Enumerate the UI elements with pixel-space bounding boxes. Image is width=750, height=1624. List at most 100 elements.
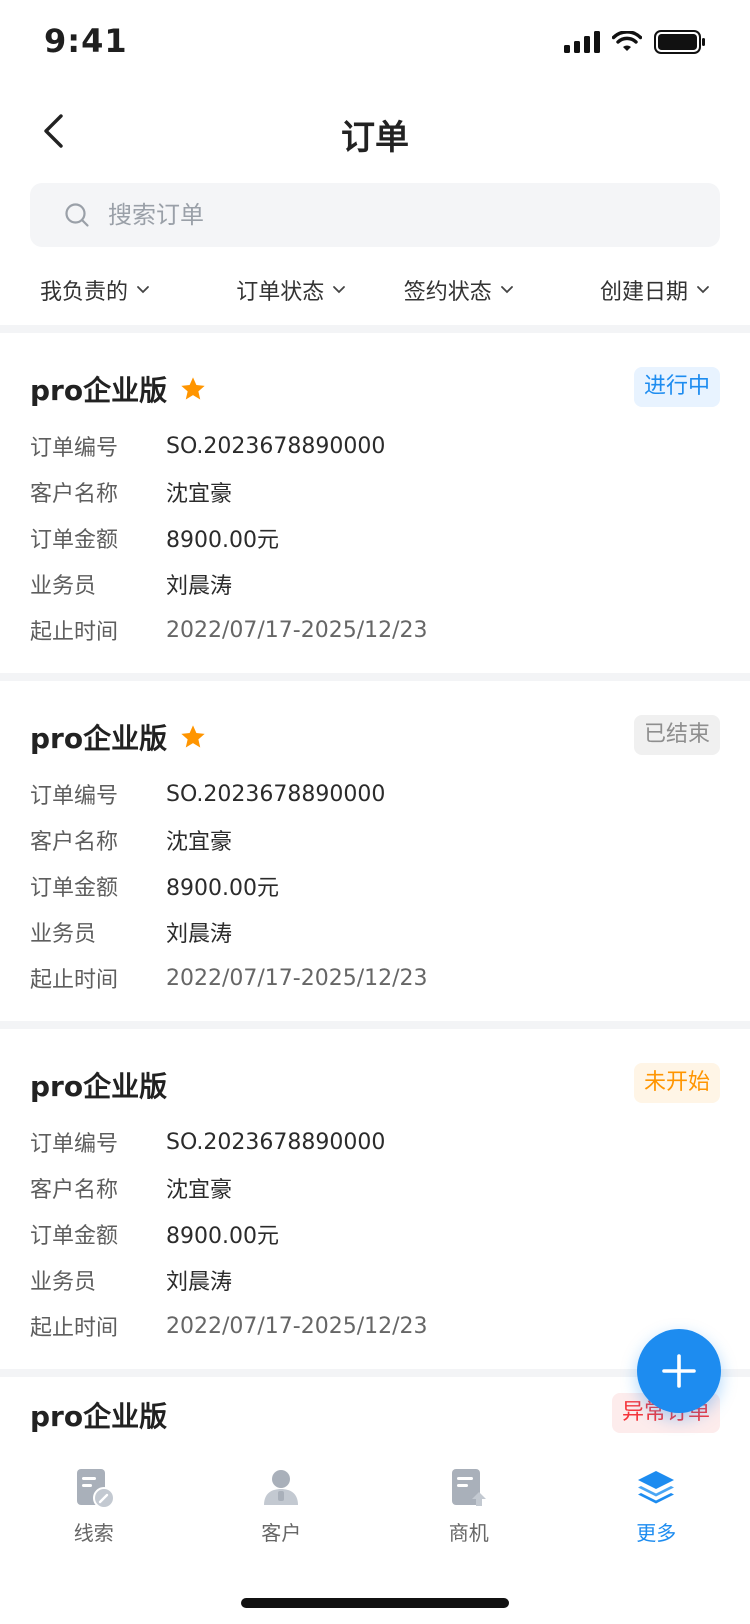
layers-icon xyxy=(638,1471,675,1504)
salesperson: 刘晨涛 xyxy=(166,1270,233,1295)
order-details: 订单编号 SO.2023678890000 客户名称 沈宜豪 订单金额 8900.00… xyxy=(30,1119,428,1349)
tab-opportunities[interactable]: 商机 xyxy=(375,1455,563,1565)
row-label: 订单编号 xyxy=(30,784,119,809)
detail-row: 客户名称 沈宜豪 xyxy=(30,469,428,515)
filter-label: 订单状态 xyxy=(236,280,325,305)
row-label: 客户名称 xyxy=(30,830,119,855)
search-input[interactable] xyxy=(108,201,720,229)
divider xyxy=(0,1021,750,1029)
status-icons xyxy=(564,30,706,54)
search-icon xyxy=(65,203,89,227)
row-label: 订单金额 xyxy=(30,1224,119,1249)
chevron-down-icon xyxy=(697,286,709,294)
nav-bar: 订单 xyxy=(0,88,750,178)
order-card[interactable]: pro企业版 进行中 订单编号 SO.2023678890000 客户名称 沈宜豪 … xyxy=(0,333,750,673)
tab-clues[interactable]: 线索 xyxy=(0,1455,188,1565)
home-indicator xyxy=(241,1598,509,1608)
page-title: 订单 xyxy=(341,118,409,158)
add-order-button[interactable] xyxy=(637,1329,721,1413)
filter-responsible[interactable]: 我负责的 xyxy=(0,258,208,322)
order-details: 订单编号 SO.2023678890000 客户名称 沈宜豪 订单金额 8900.00… xyxy=(30,423,428,653)
order-title-text: pro企业版 xyxy=(30,1400,168,1433)
row-label: 业务员 xyxy=(30,574,97,599)
row-label: 订单编号 xyxy=(30,1132,119,1157)
filter-label: 我负责的 xyxy=(40,280,129,305)
detail-row: 客户名称 沈宜豪 xyxy=(30,817,428,863)
row-label: 起止时间 xyxy=(30,968,119,993)
row-label: 业务员 xyxy=(30,1270,97,1295)
detail-row: 业务员 刘晨涛 xyxy=(30,561,428,607)
row-label: 订单金额 xyxy=(30,528,119,553)
customer-name: 沈宜豪 xyxy=(166,830,233,855)
period: 2022/07/17-2025/12/23 xyxy=(166,1313,428,1339)
order-number: SO.2023678890000 xyxy=(166,781,386,807)
search-bar[interactable] xyxy=(30,183,720,247)
divider xyxy=(0,325,750,333)
battery-icon xyxy=(654,30,705,54)
star-icon[interactable] xyxy=(179,723,207,751)
salesperson: 刘晨涛 xyxy=(166,574,233,599)
customer-name: 沈宜豪 xyxy=(166,482,233,507)
salesperson: 刘晨涛 xyxy=(166,922,233,947)
filter-label: 创建日期 xyxy=(599,280,688,305)
status-badge: 未开始 xyxy=(633,1063,720,1103)
detail-row: 订单金额 8900.00元 xyxy=(30,1211,428,1257)
status-time: 9:41 xyxy=(44,22,128,60)
status-badge: 已结束 xyxy=(633,715,720,755)
chevron-down-icon xyxy=(333,286,346,294)
order-title-text: pro企业版 xyxy=(30,374,168,407)
signal-icon xyxy=(564,31,600,53)
order-number: SO.2023678890000 xyxy=(166,433,386,459)
row-label: 客户名称 xyxy=(30,482,119,507)
order-card[interactable]: pro企业版 未开始 订单编号 SO.2023678890000 客户名称 沈宜豪 … xyxy=(0,1029,750,1369)
plus-icon xyxy=(662,1354,696,1388)
period: 2022/07/17-2025/12/23 xyxy=(166,617,428,643)
filter-created-date[interactable]: 创建日期 xyxy=(543,258,750,322)
star-icon[interactable] xyxy=(179,375,207,403)
order-title-text: pro企业版 xyxy=(30,1070,168,1103)
clue-icon xyxy=(76,1469,115,1509)
detail-row: 订单金额 8900.00元 xyxy=(30,863,428,909)
order-number: SO.2023678890000 xyxy=(166,1129,386,1155)
tab-more[interactable]: 更多 xyxy=(563,1455,750,1565)
opportunity-icon xyxy=(451,1469,486,1506)
order-card[interactable]: pro企业版 已结束 订单编号 SO.2023678890000 客户名称 沈宜豪 … xyxy=(0,681,750,1021)
row-label: 起止时间 xyxy=(30,1316,119,1341)
customer-name: 沈宜豪 xyxy=(166,1178,233,1203)
row-label: 订单金额 xyxy=(30,876,119,901)
detail-row: 订单金额 8900.00元 xyxy=(30,515,428,561)
detail-row: 业务员 刘晨涛 xyxy=(30,909,428,955)
filter-bar: 我负责的 订单状态 签约状态 创建日期 xyxy=(0,258,750,322)
tab-customers[interactable]: 客户 xyxy=(188,1455,376,1565)
order-amount: 8900.00元 xyxy=(166,1224,279,1249)
detail-row: 起止时间 2022/07/17-2025/12/23 xyxy=(30,607,428,653)
wifi-icon xyxy=(612,31,642,51)
detail-row: 订单编号 SO.2023678890000 xyxy=(30,771,428,817)
order-amount: 8900.00元 xyxy=(166,876,279,901)
detail-row: 起止时间 2022/07/17-2025/12/23 xyxy=(30,955,428,1001)
tab-label: 客户 xyxy=(261,1521,302,1545)
tab-bar: 线索 客户 商机 更多 xyxy=(0,1455,750,1565)
filter-sign-status[interactable]: 签约状态 xyxy=(375,258,543,322)
divider xyxy=(0,673,750,681)
row-label: 客户名称 xyxy=(30,1178,119,1203)
order-details: 订单编号 SO.2023678890000 客户名称 沈宜豪 订单金额 8900.00… xyxy=(30,771,428,1001)
chevron-down-icon xyxy=(137,286,149,294)
tab-label: 线索 xyxy=(73,1521,114,1545)
order-title-text: pro企业版 xyxy=(30,722,168,755)
chevron-down-icon xyxy=(500,286,513,294)
detail-row: 起止时间 2022/07/17-2025/12/23 xyxy=(30,1303,428,1349)
period: 2022/07/17-2025/12/23 xyxy=(166,965,428,991)
filter-label: 签约状态 xyxy=(403,280,492,305)
order-amount: 8900.00元 xyxy=(166,528,279,553)
row-label: 业务员 xyxy=(30,922,97,947)
order-title: pro企业版 xyxy=(30,1065,167,1105)
filter-order-status[interactable]: 订单状态 xyxy=(208,258,376,322)
detail-row: 订单编号 SO.2023678890000 xyxy=(30,1119,428,1165)
order-card[interactable]: pro企业版 异常订单 xyxy=(0,1377,750,1455)
status-bar: 9:41 xyxy=(0,0,750,88)
tab-label: 更多 xyxy=(636,1521,677,1545)
detail-row: 客户名称 沈宜豪 xyxy=(30,1165,428,1211)
row-label: 起止时间 xyxy=(30,620,119,645)
order-title: pro企业版 xyxy=(30,1395,167,1435)
